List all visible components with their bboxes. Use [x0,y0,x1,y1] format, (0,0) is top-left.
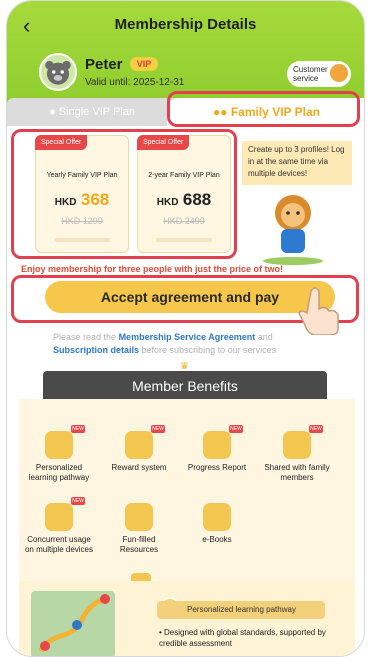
new-badge: NEW [151,425,165,433]
benefit-label: Concurrent usage on multiple devices [24,535,94,554]
ebook-icon [203,503,231,531]
benefit-item[interactable]: Fun-filled Resources [103,503,175,555]
highlight-family-tab [167,91,360,127]
lion-mascot-icon [253,191,333,265]
agreement-suffix: before subscribing to our services [141,345,277,355]
benefit-label: Reward system [111,463,167,472]
benefit-item[interactable]: NEW Progress Report [181,425,253,473]
highlight-plan-cards [11,129,237,259]
report-icon: NEW [203,425,243,459]
feature-card: Personalized learning pathway • Designed… [19,581,355,656]
vip-badge: VIP [130,57,158,71]
bear-avatar-icon [45,60,71,85]
header: ‹ Membership Details Peter VIP Valid unt… [7,1,364,103]
tab-single-label: Single VIP Plan [58,106,135,118]
person-icon: ● [49,106,59,118]
service-agreement-link[interactable]: Membership Service Agreement [119,332,256,342]
pathway-icon: NEW [45,425,85,459]
folder-icon [125,503,153,531]
page-title: Membership Details [114,16,257,33]
new-badge: NEW [71,497,85,505]
agreement-prefix: Please read the [53,332,117,342]
customer-service-button[interactable]: Customer service [287,61,351,87]
member-benefits-header: Member Benefits [43,371,327,401]
app-frame: ‹ Membership Details Peter VIP Valid unt… [6,0,365,657]
benefit-label: Progress Report [187,463,247,472]
tap-hand-icon [297,283,343,336]
avatar[interactable] [39,53,77,91]
benefit-item[interactable]: NEW Concurrent usage on multiple devices [23,497,95,555]
benefits-panel: NEW Personalized learning pathway NEW Re… [19,399,355,599]
customer-service-avatar-icon [328,62,350,84]
valid-until-text: Valid until: 2025-12-31 [85,77,185,88]
customer-service-label: Customer service [293,65,328,83]
benefit-label: Personalized learning pathway [28,463,90,482]
new-badge: NEW [229,425,243,433]
benefit-item[interactable]: NEW Shared with family members [261,425,333,483]
promo-text: Create up to 3 profiles! Log in at the s… [242,141,352,185]
benefit-item[interactable]: NEW Personalized learning pathway [23,425,95,483]
enjoy-text: Enjoy membership for three people with j… [21,264,284,274]
new-badge: NEW [309,425,323,433]
star-icon: NEW [125,425,165,459]
benefit-label: e-Books [202,535,232,544]
feature-pill: Personalized learning pathway [157,601,325,619]
family-icon: NEW [283,425,323,459]
benefit-item[interactable]: NEW Reward system [103,425,175,473]
user-name: Peter [85,56,123,73]
tab-single-vip-plan[interactable]: ● Single VIP Plan [7,98,177,126]
benefit-label: Shared with family members [264,463,330,482]
member-benefits-title: Member Benefits [132,378,238,394]
subscription-details-link[interactable]: Subscription details [53,345,139,355]
benefit-label: Fun-filled Resources [119,535,159,554]
feature-bullet: • Designed with global standards, suppor… [159,628,326,648]
new-badge: NEW [71,425,85,433]
agreement-and: and [257,332,273,342]
agreement-text: Please read the Membership Service Agree… [53,331,363,357]
learning-map-image [31,591,115,656]
benefit-item[interactable]: e-Books [181,503,253,545]
devices-icon: NEW [45,497,85,531]
